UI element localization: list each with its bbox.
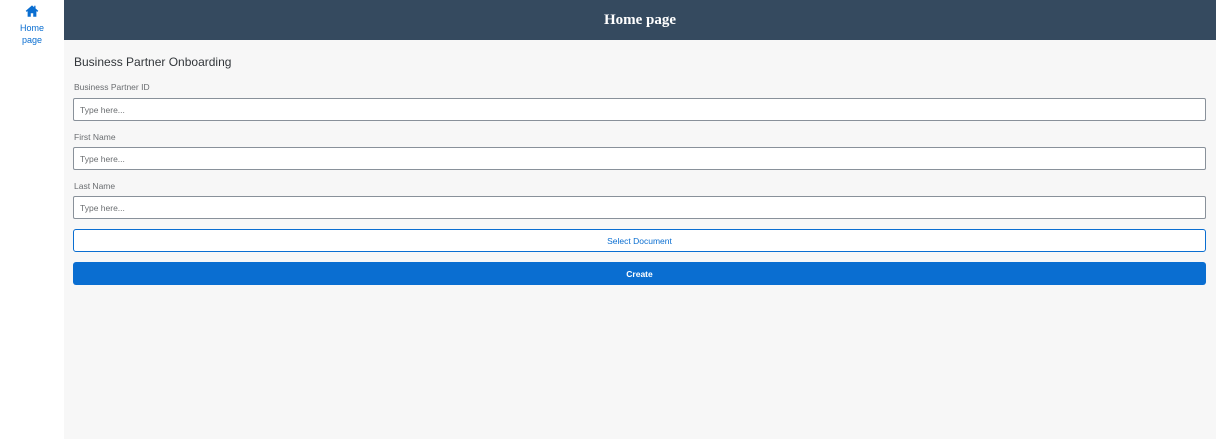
- sidebar-item-home[interactable]: Home page: [0, 4, 64, 46]
- sidebar: Home page: [0, 0, 64, 439]
- last-name-label: Last Name: [74, 181, 116, 191]
- create-label: Create: [626, 268, 653, 279]
- home-icon: [25, 5, 39, 17]
- shell-header: Home page: [64, 0, 1216, 40]
- business-partner-id-label: Business Partner ID: [74, 82, 150, 92]
- first-name-input[interactable]: [73, 147, 1206, 170]
- select-document-button[interactable]: Select Document: [73, 229, 1206, 252]
- sidebar-item-label: Home page: [19, 23, 44, 45]
- create-button[interactable]: Create: [73, 262, 1206, 285]
- form-title: Business Partner Onboarding: [74, 55, 232, 69]
- business-partner-id-input[interactable]: [73, 98, 1206, 121]
- select-document-label: Select Document: [607, 235, 672, 246]
- first-name-label: First Name: [74, 132, 116, 142]
- last-name-input[interactable]: [73, 196, 1206, 219]
- main-content: Business Partner Onboarding Business Par…: [64, 40, 1216, 439]
- page-title: Home page: [603, 11, 677, 28]
